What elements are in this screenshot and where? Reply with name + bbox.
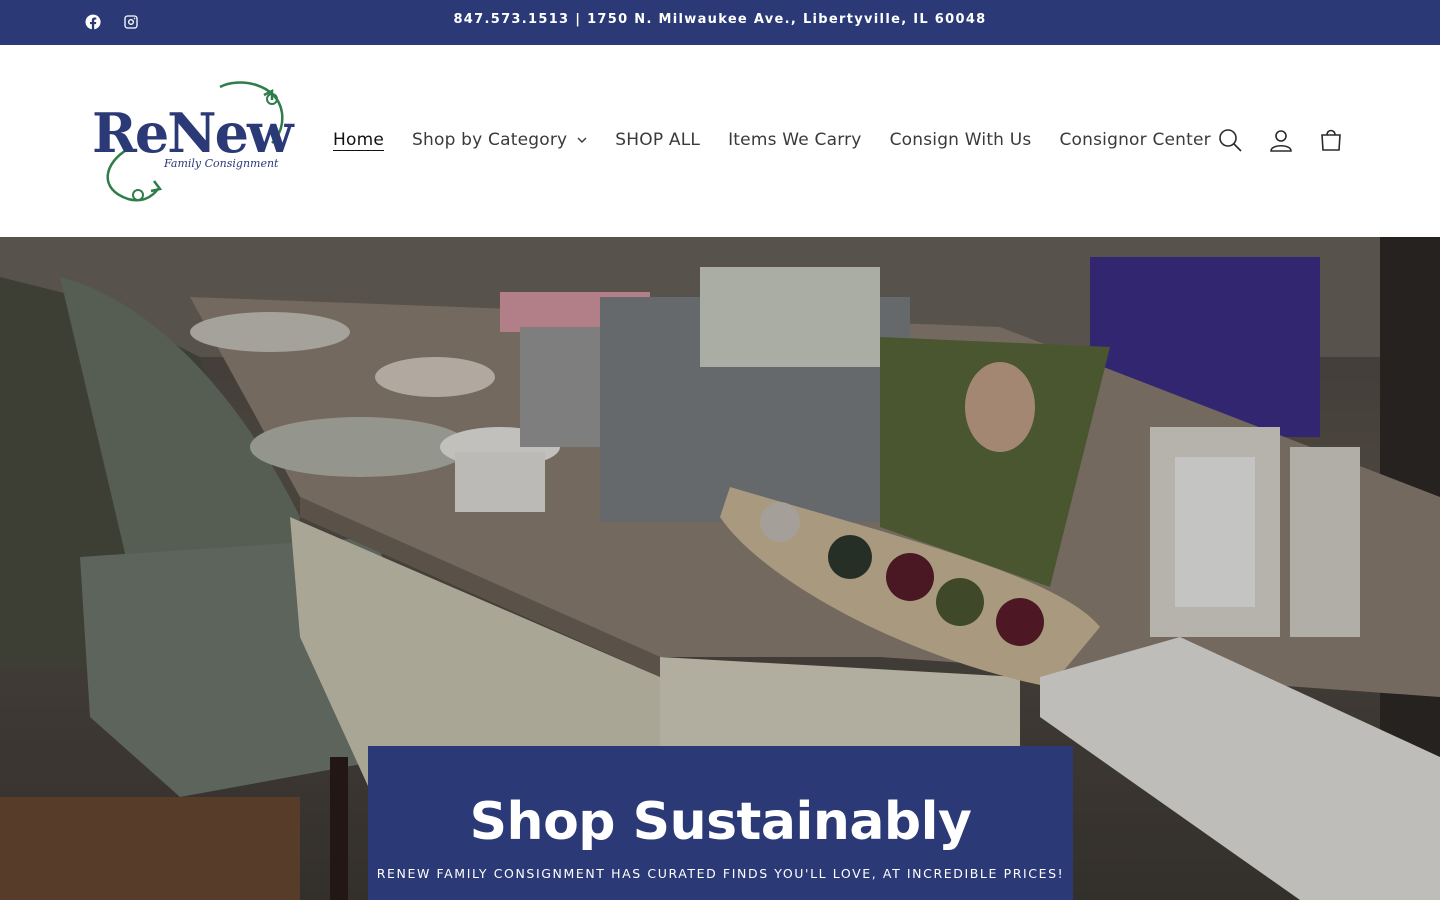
search-icon[interactable]	[1217, 127, 1243, 153]
nav-items-we-carry[interactable]: Items We Carry	[728, 130, 861, 150]
hero-subtitle: RENEW FAMILY CONSIGNMENT HAS CURATED FIN…	[376, 866, 1065, 881]
nav-shop-by-category[interactable]: Shop by Category	[412, 130, 587, 150]
announcement-text: 847.573.1513 | 1750 N. Milwaukee Ave., L…	[453, 12, 987, 27]
logo-tagline: Family Consignment	[164, 157, 279, 170]
main-nav: Home Shop by Category SHOP ALL Items We …	[333, 127, 1239, 153]
account-icon[interactable]	[1268, 127, 1294, 153]
nav-consignor-center[interactable]: Consignor Center	[1059, 130, 1210, 150]
nav-consign-with-us[interactable]: Consign With Us	[890, 130, 1032, 150]
nav-home[interactable]: Home	[333, 130, 384, 150]
hero-text-box: Shop Sustainably RENEW FAMILY CONSIGNMEN…	[368, 746, 1073, 900]
logo-wordmark: ReNew	[92, 101, 293, 165]
hero-banner: Shop Sustainably RENEW FAMILY CONSIGNMEN…	[0, 237, 1440, 900]
logo[interactable]: ReNew Family Consignment	[88, 77, 293, 207]
nav-shop-all[interactable]: SHOP ALL	[615, 130, 700, 150]
announcement-bar: 847.573.1513 | 1750 N. Milwaukee Ave., L…	[0, 0, 1440, 45]
site-header: ReNew Family Consignment Home Shop by Ca…	[0, 45, 1440, 237]
hero-title: Shop Sustainably	[469, 792, 972, 852]
cart-icon[interactable]	[1318, 127, 1344, 153]
chevron-down-icon	[577, 137, 587, 143]
nav-shop-by-category-label: Shop by Category	[412, 130, 568, 150]
